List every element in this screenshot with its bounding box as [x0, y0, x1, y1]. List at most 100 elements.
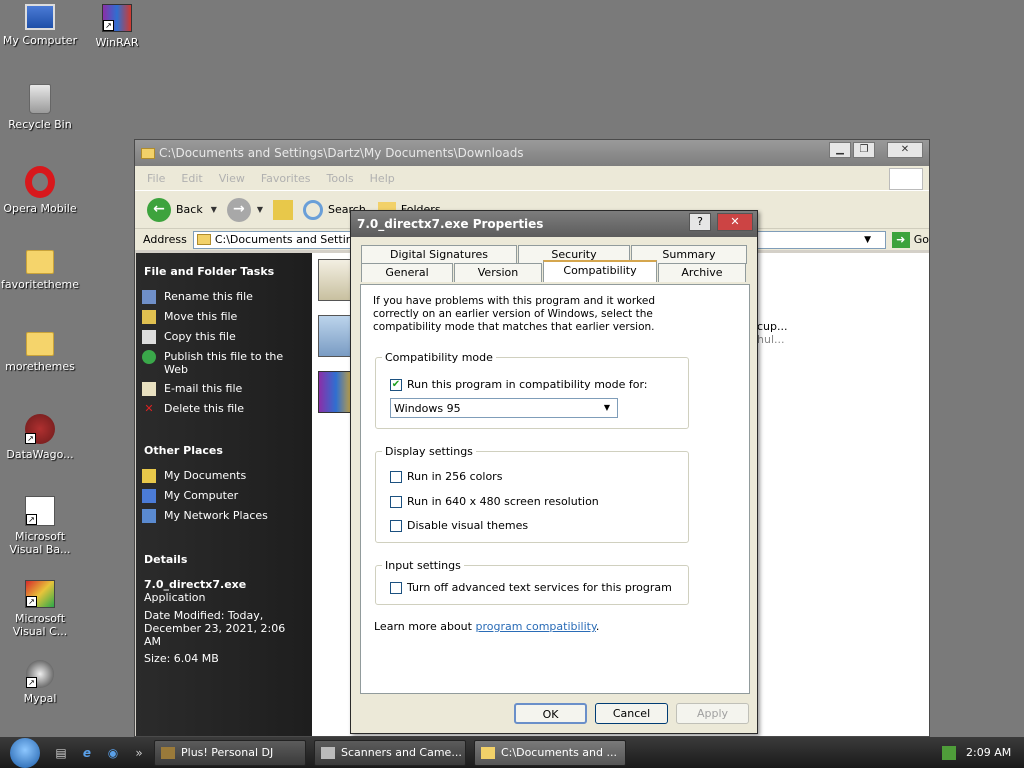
desktop-icon-opera-mobile[interactable]: Opera Mobile: [0, 166, 80, 215]
desktop-icon-my-computer[interactable]: My Computer: [0, 4, 80, 47]
publish-web-icon: [142, 350, 156, 364]
menu-bar: File Edit View Favorites Tools Help: [135, 166, 929, 190]
desktop-icon-visual-basic[interactable]: ↗ Microsoft Visual Ba...: [0, 496, 80, 556]
back-arrow-icon[interactable]: ←: [147, 197, 171, 222]
option-640x480[interactable]: Run in 640 x 480 screen resolution: [390, 495, 599, 508]
desktop-icon-morethemes[interactable]: morethemes: [0, 332, 80, 373]
help-button[interactable]: ?: [689, 213, 711, 231]
show-desktop-icon[interactable]: ▤: [52, 744, 70, 762]
file-item-label: cup...: [757, 320, 788, 333]
desktop-icon-favoritetheme[interactable]: favoritetheme: [0, 250, 80, 291]
checkbox-icon[interactable]: [390, 519, 402, 532]
minimize-button[interactable]: ▁: [829, 142, 851, 158]
cancel-button[interactable]: Cancel: [595, 703, 668, 724]
checkbox-icon[interactable]: [390, 470, 402, 483]
tab-archive[interactable]: Archive: [658, 263, 746, 282]
maximize-button[interactable]: ❐: [853, 142, 875, 158]
option-text-services[interactable]: Turn off advanced text services for this…: [390, 581, 672, 594]
taskbar-item-personal-dj[interactable]: Plus! Personal DJ: [154, 739, 306, 766]
place-my-documents[interactable]: My Documents: [142, 469, 306, 483]
menu-favorites[interactable]: Favorites: [261, 172, 311, 185]
details-name: 7.0_directx7.exe: [144, 578, 247, 591]
email-icon: [142, 382, 156, 396]
tab-general[interactable]: General: [361, 263, 453, 282]
menu-view[interactable]: View: [219, 172, 245, 185]
clock[interactable]: 2:09 AM: [966, 746, 1011, 759]
dialog-close-button[interactable]: ✕: [717, 213, 753, 231]
place-my-network[interactable]: My Network Places: [142, 509, 306, 523]
shortcut-arrow-icon: ↗: [26, 596, 37, 607]
media-icon[interactable]: ◉: [104, 744, 122, 762]
option-256-colors[interactable]: Run in 256 colors: [390, 470, 502, 483]
compatibility-panel: If you have problems with this program a…: [360, 284, 750, 694]
compat-mode-checkbox-row[interactable]: ✔ Run this program in compatibility mode…: [390, 378, 648, 391]
tab-version[interactable]: Version: [454, 263, 542, 282]
go-label: Go: [913, 233, 929, 246]
task-publish[interactable]: Publish this file to the Web: [142, 350, 306, 376]
details-type: Application: [144, 591, 206, 604]
explorer-title-bar[interactable]: C:\Documents and Settings\Dartz\My Docum…: [135, 140, 929, 166]
compat-mode-select[interactable]: Windows 95 ▼: [390, 398, 618, 418]
chevron-down-icon[interactable]: ▼: [600, 401, 614, 415]
forward-arrow-icon[interactable]: →: [226, 197, 251, 222]
datawago-icon: ↗: [25, 414, 55, 444]
desktop-icon-recycle-bin[interactable]: Recycle Bin: [0, 84, 80, 131]
file-item-sublabel: hul...: [757, 333, 785, 346]
start-button[interactable]: [10, 737, 40, 768]
checkbox-icon[interactable]: [390, 495, 402, 508]
file-tasks-title[interactable]: File and Folder Tasks: [144, 265, 306, 278]
mypal-icon: ↗: [26, 660, 54, 688]
taskbar-item-scanners[interactable]: Scanners and Came...: [314, 739, 466, 766]
details-modified: Date Modified: Today, December 23, 2021,…: [144, 609, 286, 648]
program-compatibility-link[interactable]: program compatibility: [475, 620, 595, 633]
close-button[interactable]: ✕: [887, 142, 923, 158]
file-item-winrar-icon[interactable]: [318, 371, 354, 413]
scanner-icon: [321, 746, 335, 759]
desktop-icon-datawago[interactable]: ↗ DataWago...: [0, 414, 80, 461]
compatibility-intro: If you have problems with this program a…: [373, 295, 656, 333]
file-item-setup-icon[interactable]: [318, 315, 354, 357]
winrar-icon: ↗: [102, 4, 132, 32]
folder-icon: [26, 332, 54, 356]
desktop-icon-mypal[interactable]: ↗ Mypal: [0, 660, 80, 705]
input-settings-group: Input settings Turn off advanced text se…: [375, 559, 689, 605]
checkbox-checked-icon[interactable]: ✔: [390, 378, 402, 391]
menu-edit[interactable]: Edit: [181, 172, 202, 185]
taskbar-item-explorer[interactable]: C:\Documents and ...: [474, 739, 626, 766]
task-rename[interactable]: Rename this file: [142, 290, 306, 304]
menu-tools[interactable]: Tools: [327, 172, 354, 185]
address-dropdown-icon[interactable]: ▼: [864, 235, 871, 245]
menu-file[interactable]: File: [147, 172, 165, 185]
desktop-icon-visual-c[interactable]: ↗ Microsoft Visual C...: [0, 580, 80, 638]
up-folder-icon[interactable]: [273, 199, 294, 220]
compat-mode-selected: Windows 95: [394, 401, 461, 415]
back-dropdown-icon[interactable]: ▼: [211, 205, 217, 214]
windows-logo-icon: [889, 168, 923, 190]
display-settings-group: Display settings Run in 256 colors Run i…: [375, 445, 689, 543]
computer-icon: [25, 4, 55, 30]
task-move[interactable]: Move this file: [142, 310, 306, 324]
menu-help[interactable]: Help: [370, 172, 395, 185]
other-places-title[interactable]: Other Places: [144, 444, 306, 457]
checkbox-icon[interactable]: [390, 581, 402, 594]
task-delete[interactable]: ✕ Delete this file: [142, 402, 306, 416]
file-item-installer-icon[interactable]: [318, 259, 354, 301]
internet-explorer-icon[interactable]: e: [78, 744, 96, 762]
quicklaunch-chevron-icon[interactable]: »: [130, 744, 148, 762]
apply-button[interactable]: Apply: [676, 703, 749, 724]
task-copy[interactable]: Copy this file: [142, 330, 306, 344]
details-title[interactable]: Details: [144, 553, 306, 566]
recycle-bin-icon: [29, 84, 51, 114]
network-tray-icon[interactable]: [942, 745, 956, 760]
back-button[interactable]: Back: [176, 203, 203, 216]
tab-compatibility[interactable]: Compatibility: [543, 260, 657, 282]
search-icon[interactable]: [303, 199, 324, 220]
option-disable-themes[interactable]: Disable visual themes: [390, 519, 528, 532]
task-email[interactable]: E-mail this file: [142, 382, 306, 396]
place-my-computer[interactable]: My Computer: [142, 489, 306, 503]
desktop-icon-winrar[interactable]: ↗ WinRAR: [77, 4, 157, 49]
tab-digital-signatures[interactable]: Digital Signatures: [361, 245, 517, 264]
go-button[interactable]: ➜ Go: [891, 231, 929, 248]
forward-dropdown-icon[interactable]: ▼: [257, 205, 263, 214]
ok-button[interactable]: OK: [514, 703, 587, 724]
